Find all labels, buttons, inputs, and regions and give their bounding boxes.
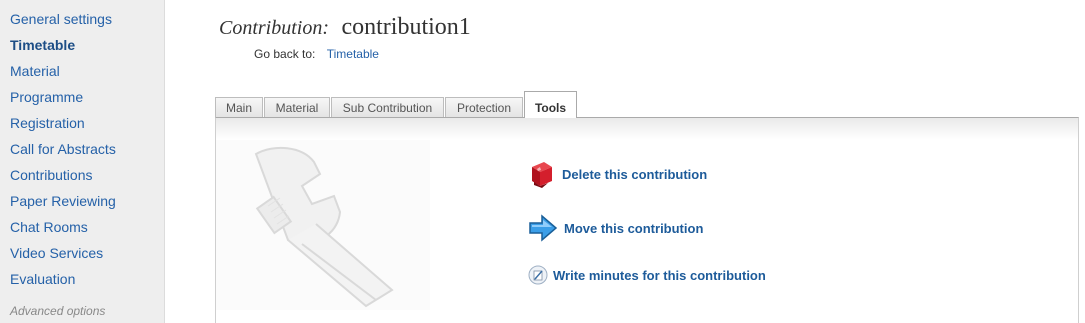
page: General settings Timetable Material Prog… bbox=[0, 0, 1085, 323]
delete-contribution-link[interactable]: Delete this contribution bbox=[562, 167, 707, 182]
move-contribution-action[interactable]: Move this contribution bbox=[528, 213, 703, 243]
wrench-icon bbox=[216, 140, 430, 310]
sidebar-item-chat-rooms[interactable]: Chat Rooms bbox=[0, 214, 164, 240]
page-title-value: contribution1 bbox=[341, 14, 471, 40]
breadcrumb: Go back to: Timetable bbox=[254, 47, 379, 61]
tab-material[interactable]: Material bbox=[264, 97, 330, 117]
move-arrow-icon bbox=[529, 214, 558, 242]
sidebar-item-call-for-abstracts[interactable]: Call for Abstracts bbox=[0, 136, 164, 162]
tools-panel: Delete this contribution Move this contr… bbox=[215, 117, 1079, 323]
write-minutes-link[interactable]: Write minutes for this contribution bbox=[553, 268, 766, 283]
delete-contribution-action[interactable]: Delete this contribution bbox=[528, 158, 707, 190]
tab-main[interactable]: Main bbox=[215, 97, 263, 117]
tab-protection[interactable]: Protection bbox=[445, 97, 523, 117]
sidebar: General settings Timetable Material Prog… bbox=[0, 0, 165, 323]
move-contribution-link[interactable]: Move this contribution bbox=[564, 221, 703, 236]
sidebar-menu: General settings Timetable Material Prog… bbox=[0, 0, 164, 292]
go-back-timetable-link[interactable]: Timetable bbox=[327, 47, 379, 61]
page-title: Contribution: contribution1 bbox=[219, 14, 471, 41]
tab-tools[interactable]: Tools bbox=[524, 91, 577, 118]
sidebar-item-timetable[interactable]: Timetable bbox=[0, 32, 164, 58]
sidebar-item-programme[interactable]: Programme bbox=[0, 84, 164, 110]
write-minutes-action[interactable]: Write minutes for this contribution bbox=[528, 265, 766, 285]
sidebar-item-registration[interactable]: Registration bbox=[0, 110, 164, 136]
sidebar-item-paper-reviewing[interactable]: Paper Reviewing bbox=[0, 188, 164, 214]
sidebar-item-general-settings[interactable]: General settings bbox=[0, 6, 164, 32]
go-back-label: Go back to: bbox=[254, 47, 316, 61]
page-title-label: Contribution: bbox=[219, 17, 330, 39]
sidebar-advanced-options-label: Advanced options bbox=[10, 304, 106, 318]
tab-sub-contribution[interactable]: Sub Contribution bbox=[331, 97, 444, 117]
sidebar-item-contributions[interactable]: Contributions bbox=[0, 162, 164, 188]
write-minutes-icon bbox=[528, 265, 548, 285]
delete-icon bbox=[532, 162, 552, 188]
sidebar-item-evaluation[interactable]: Evaluation bbox=[0, 266, 164, 292]
sidebar-item-video-services[interactable]: Video Services bbox=[0, 240, 164, 266]
sidebar-item-material[interactable]: Material bbox=[0, 58, 164, 84]
